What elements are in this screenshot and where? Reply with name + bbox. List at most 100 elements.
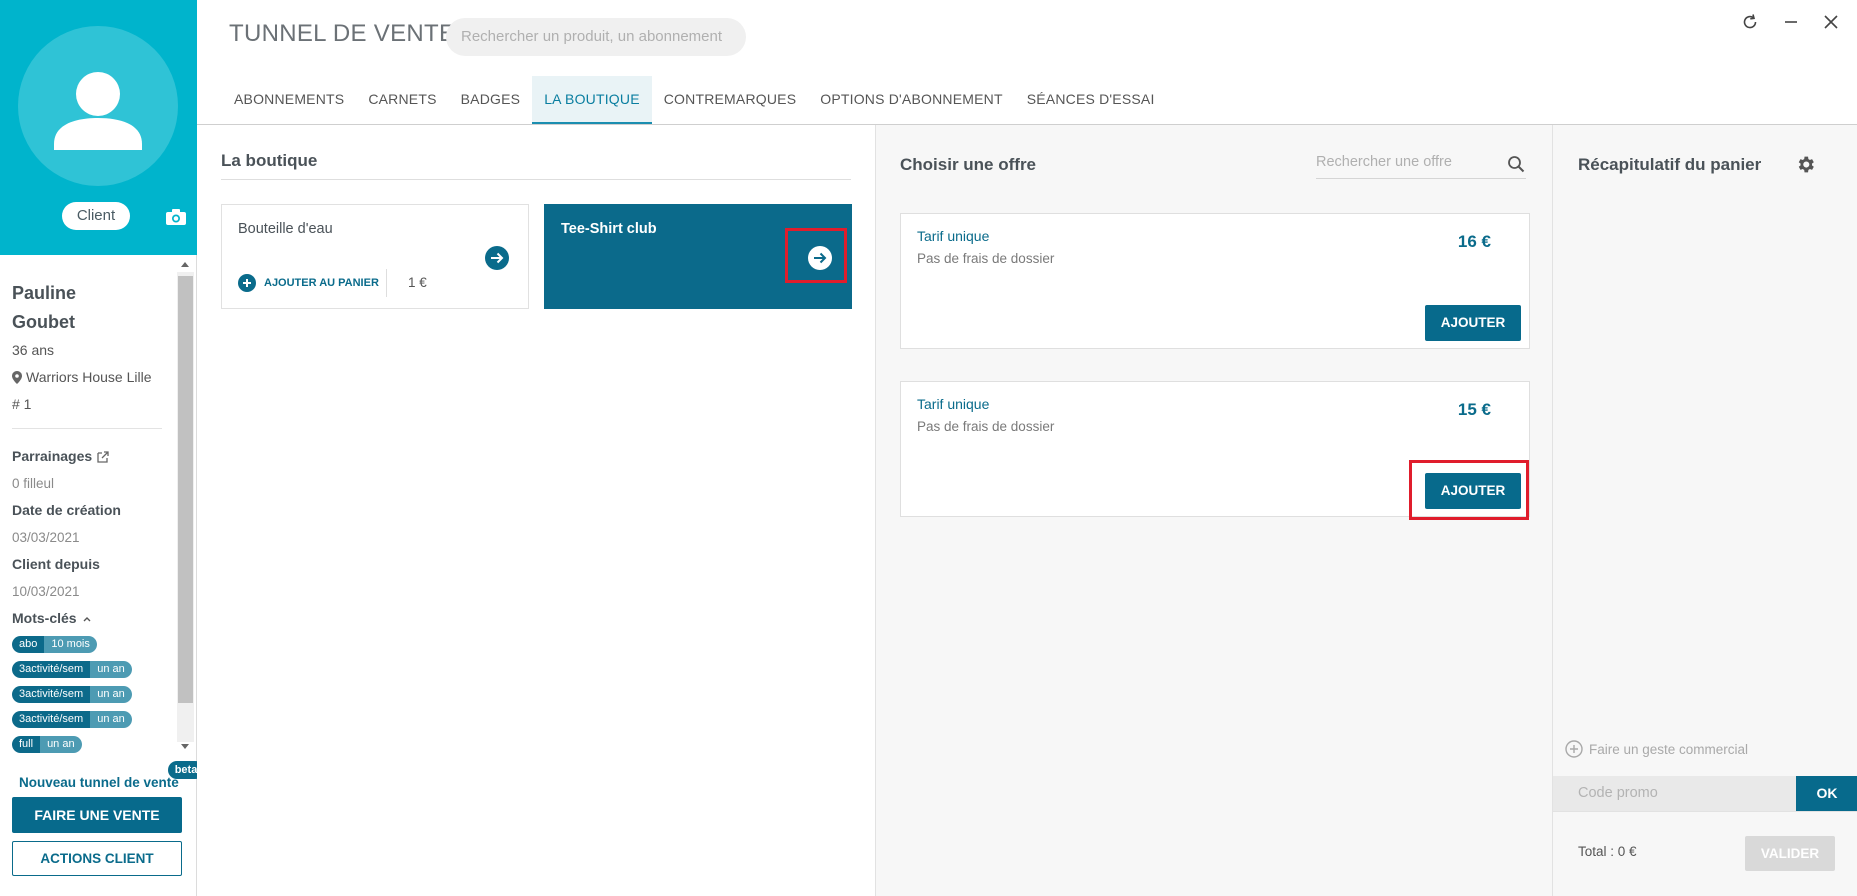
tag-key: 3activité/sem (12, 686, 91, 703)
tag-value: 10 mois (44, 636, 97, 653)
keywords-toggle[interactable]: Mots-clés (12, 605, 172, 632)
boutique-divider (221, 179, 851, 180)
parrainages-label: Parrainages (12, 448, 93, 464)
divider (386, 269, 387, 297)
page-title: TUNNEL DE VENTE (229, 20, 456, 47)
client-info: Pauline Goubet 36 ans Warriors House Lil… (12, 279, 172, 755)
promo-ok-button[interactable]: OK (1796, 776, 1857, 811)
highlight-box (785, 228, 847, 283)
client-location: Warriors House Lille (12, 364, 172, 391)
camera-icon[interactable] (165, 208, 187, 226)
client-since-date: 10/03/2021 (12, 584, 80, 599)
client-info-scroll[interactable]: Pauline Goubet 36 ans Warriors House Lil… (0, 255, 197, 755)
sales-tunnel-window: Client Pauline Goubet 36 ans Warriors Ho… (0, 0, 1857, 896)
add-to-cart-button[interactable]: AJOUTER AU PANIER (238, 274, 379, 292)
tab-la-boutique[interactable]: LA BOUTIQUE (532, 76, 652, 124)
commercial-gesture-button[interactable]: Faire un geste commercial (1565, 740, 1748, 758)
user-silhouette-icon (54, 72, 142, 150)
product-card-bouteille[interactable]: Bouteille d'eau AJOUTER AU PANIER 1 € (221, 204, 529, 309)
client-actions-button[interactable]: ACTIONS CLIENT (12, 841, 182, 876)
filleul-count: 0 filleul (12, 476, 55, 491)
plus-circle-icon (1565, 740, 1583, 758)
cart-total: Total : 0 € (1578, 844, 1637, 859)
profile-header: Client (0, 0, 197, 255)
tab-abonnements[interactable]: ABONNEMENTS (222, 76, 356, 124)
client-number: # 1 (12, 396, 32, 412)
search-icon[interactable] (1507, 155, 1525, 173)
highlight-box (1409, 460, 1529, 520)
external-link-icon (97, 450, 109, 463)
client-last-name: Goubet (12, 312, 75, 332)
location-pin-icon (12, 371, 22, 384)
keyword-tag: full un an (12, 736, 82, 753)
commercial-gesture-label: Faire un geste commercial (1589, 741, 1749, 757)
new-tunnel-link[interactable]: Nouveau tunnel de vente (19, 775, 179, 790)
creation-date: 03/03/2021 (12, 530, 80, 545)
offer-subtitle: Pas de frais de dossier (917, 251, 1055, 266)
tag-value: un an (90, 711, 132, 728)
scroll-up-arrow-icon[interactable] (181, 262, 189, 267)
offer-price: 15 € (1457, 400, 1491, 419)
tag-value: un an (90, 661, 132, 678)
offer-price: 16 € (1457, 232, 1491, 251)
offer-name: Tarif unique (917, 396, 990, 412)
parrainages-link[interactable]: Parrainages (12, 443, 172, 470)
keyword-tag: abo 10 mois (12, 636, 97, 653)
tag-key: 3activité/sem (12, 661, 91, 678)
product-price: 1 € (408, 275, 427, 290)
promo-code-input[interactable]: Code promo (1553, 776, 1796, 811)
tab-badges[interactable]: BADGES (449, 76, 533, 124)
product-name: Tee-Shirt club (561, 221, 657, 237)
plus-circle-icon (238, 274, 256, 292)
keyword-tags: abo 10 mois 3activité/sem un an 3activité/… (12, 634, 172, 755)
cart-summary-panel: Récapitulatif du panier Faire un geste c… (1552, 125, 1857, 896)
product-name: Bouteille d'eau (238, 221, 333, 237)
offer-subtitle: Pas de frais de dossier (917, 419, 1055, 434)
close-icon[interactable] (1821, 12, 1841, 32)
arrow-right-icon[interactable] (484, 245, 510, 271)
client-first-name: Pauline (12, 283, 77, 303)
tag-key: 3activité/sem (12, 711, 91, 728)
tab-contremarques[interactable]: CONTREMARQUES (652, 76, 809, 124)
tag-key: abo (12, 636, 45, 653)
tab-carnets[interactable]: CARNETS (356, 76, 448, 124)
keywords-label: Mots-clés (12, 610, 77, 626)
offer-search-input[interactable]: Rechercher une offre (1316, 147, 1526, 179)
product-tabs: ABONNEMENTS CARNETS BADGES LA BOUTIQUE C… (222, 76, 1167, 124)
offers-title: Choisir une offre (900, 155, 1037, 174)
tag-key: full (12, 736, 41, 753)
chevron-up-icon (83, 616, 91, 621)
tag-value: un an (90, 686, 132, 703)
client-age: 36 ans (12, 342, 55, 358)
validate-button[interactable]: VALIDER (1745, 836, 1835, 871)
client-sidebar: Client Pauline Goubet 36 ans Warriors Ho… (0, 0, 204, 896)
product-search-input[interactable]: Rechercher un produit, un abonnement (446, 18, 746, 56)
offer-name: Tarif unique (917, 228, 990, 244)
client-since-label: Client depuis (12, 556, 100, 572)
keyword-tag: 3activité/sem un an (12, 661, 132, 678)
recap-divider (1553, 811, 1857, 812)
make-sale-button[interactable]: FAIRE UNE VENTE (12, 797, 182, 833)
offer-card: Tarif unique Pas de frais de dossier 16 … (900, 213, 1530, 349)
client-badge: Client (62, 202, 130, 230)
scroll-thumb[interactable] (178, 276, 193, 703)
avatar[interactable] (18, 26, 178, 186)
sidebar-scrollbar[interactable] (177, 258, 194, 755)
boutique-title: La boutique (221, 151, 318, 170)
cart-summary-title: Récapitulatif du panier (1578, 155, 1762, 174)
creation-label: Date de création (12, 502, 121, 518)
boutique-panel: La boutique Bouteille d'eau AJOUTER AU P… (197, 125, 875, 896)
keyword-tag: 3activité/sem un an (12, 711, 132, 728)
add-offer-button[interactable]: AJOUTER (1425, 305, 1521, 341)
client-location-text: Warriors House Lille (26, 369, 152, 385)
tab-options-abonnement[interactable]: OPTIONS D'ABONNEMENT (808, 76, 1014, 124)
scroll-down-arrow-icon[interactable] (181, 744, 189, 749)
tag-value: un an (40, 736, 82, 753)
keyword-tag: 3activité/sem un an (12, 686, 132, 703)
offers-panel: Choisir une offre Rechercher une offre T… (875, 125, 1552, 896)
divider (12, 428, 162, 429)
gear-icon[interactable] (1795, 154, 1816, 175)
tab-seances-essai[interactable]: SÉANCES D'ESSAI (1015, 76, 1167, 124)
minimize-icon[interactable] (1781, 12, 1801, 32)
refresh-icon[interactable] (1740, 12, 1760, 32)
